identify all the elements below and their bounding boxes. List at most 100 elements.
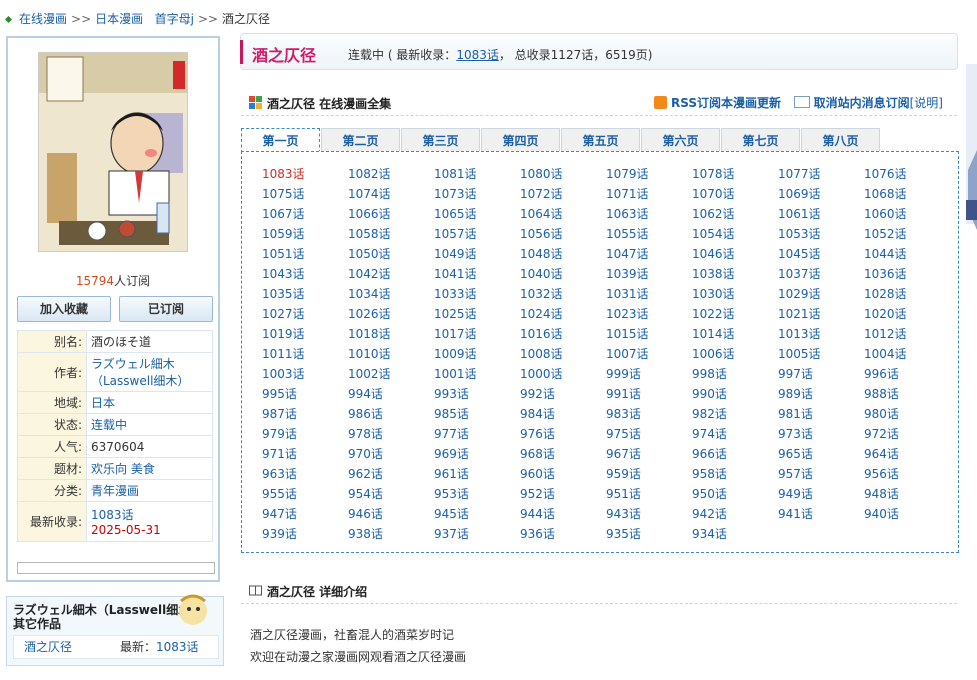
chapter-link[interactable]: 1063话 — [606, 205, 649, 222]
explain-link[interactable]: [说明] — [910, 96, 943, 110]
chapter-link[interactable]: 1083话 — [262, 165, 305, 182]
tab-page-8[interactable]: 第八页 — [801, 128, 880, 152]
chapter-link[interactable]: 973话 — [778, 425, 813, 442]
chapter-link[interactable]: 1061话 — [778, 205, 821, 222]
chapter-link[interactable]: 960话 — [520, 465, 555, 482]
chapter-link[interactable]: 1082话 — [348, 165, 391, 182]
chapter-link[interactable]: 1065话 — [434, 205, 477, 222]
chapter-link[interactable]: 1031话 — [606, 285, 649, 302]
chapter-link[interactable]: 1014话 — [692, 325, 735, 342]
chapter-link[interactable]: 1034话 — [348, 285, 391, 302]
chapter-link[interactable]: 946话 — [348, 505, 383, 522]
chapter-link[interactable]: 994话 — [348, 385, 383, 402]
chapter-link[interactable]: 1054话 — [692, 225, 735, 242]
region-link[interactable]: 日本 — [91, 396, 115, 410]
chapter-link[interactable]: 1026话 — [348, 305, 391, 322]
chapter-link[interactable]: 1013话 — [778, 325, 821, 342]
chapter-link[interactable]: 1005话 — [778, 345, 821, 362]
tab-page-1[interactable]: 第一页 — [241, 128, 320, 153]
chapter-link[interactable]: 951话 — [606, 485, 641, 502]
chapter-link[interactable]: 953话 — [434, 485, 469, 502]
chapter-link[interactable]: 1036话 — [864, 265, 907, 282]
chapter-link[interactable]: 1002话 — [348, 365, 391, 382]
subscribed-button[interactable]: 已订阅 — [119, 296, 213, 322]
chapter-link[interactable]: 934话 — [692, 525, 727, 542]
tab-page-3[interactable]: 第三页 — [401, 128, 480, 152]
chapter-link[interactable]: 952话 — [520, 485, 555, 502]
chapter-link[interactable]: 947话 — [262, 505, 297, 522]
chapter-link[interactable]: 1023话 — [606, 305, 649, 322]
chapter-link[interactable]: 940话 — [864, 505, 899, 522]
chapter-link[interactable]: 1008话 — [520, 345, 563, 362]
chapter-link[interactable]: 1068话 — [864, 185, 907, 202]
genre-link[interactable]: 欢乐向 美食 — [91, 462, 155, 476]
chapter-link[interactable]: 1066话 — [348, 205, 391, 222]
chapter-link[interactable]: 1003话 — [262, 365, 305, 382]
chapter-link[interactable]: 1009话 — [434, 345, 477, 362]
chapter-link[interactable]: 958话 — [692, 465, 727, 482]
chapter-link[interactable]: 969话 — [434, 445, 469, 462]
chapter-link[interactable]: 939话 — [262, 525, 297, 542]
chapter-link[interactable]: 1040话 — [520, 265, 563, 282]
chapter-link[interactable]: 1025话 — [434, 305, 477, 322]
chapter-link[interactable]: 1043话 — [262, 265, 305, 282]
chapter-link[interactable]: 948话 — [864, 485, 899, 502]
chapter-link[interactable]: 1000话 — [520, 365, 563, 382]
chapter-link[interactable]: 1028话 — [864, 285, 907, 302]
chapter-link[interactable]: 1041话 — [434, 265, 477, 282]
chapter-link[interactable]: 986话 — [348, 405, 383, 422]
chapter-link[interactable]: 1033话 — [434, 285, 477, 302]
chapter-link[interactable]: 1022话 — [692, 305, 735, 322]
chapter-link[interactable]: 985话 — [434, 405, 469, 422]
chapter-link[interactable]: 944话 — [520, 505, 555, 522]
chapter-link[interactable]: 1070话 — [692, 185, 735, 202]
chapter-link[interactable]: 1017话 — [434, 325, 477, 342]
unsubscribe-link[interactable]: 取消站内消息订阅 — [814, 96, 910, 110]
author-work-link[interactable]: 酒之仄径 — [24, 640, 72, 654]
chapter-link[interactable]: 1039话 — [606, 265, 649, 282]
chapter-link[interactable]: 968话 — [520, 445, 555, 462]
chapter-link[interactable]: 935话 — [606, 525, 641, 542]
chapter-link[interactable]: 1058话 — [348, 225, 391, 242]
chapter-link[interactable]: 1067话 — [262, 205, 305, 222]
chapter-link[interactable]: 974话 — [692, 425, 727, 442]
chapter-link[interactable]: 989话 — [778, 385, 813, 402]
chapter-link[interactable]: 1042话 — [348, 265, 391, 282]
author-link[interactable]: ラズウェル細木 （Lasswell细木） — [91, 357, 189, 388]
chapter-link[interactable]: 1038话 — [692, 265, 735, 282]
chapter-link[interactable]: 1077话 — [778, 165, 821, 182]
chapter-link[interactable]: 992话 — [520, 385, 555, 402]
chapter-link[interactable]: 1027话 — [262, 305, 305, 322]
chapter-link[interactable]: 950话 — [692, 485, 727, 502]
author-work-latest-link[interactable]: 1083话 — [156, 640, 199, 654]
chapter-link[interactable]: 995话 — [262, 385, 297, 402]
chapter-link[interactable]: 936话 — [520, 525, 555, 542]
chapter-link[interactable]: 1001话 — [434, 365, 477, 382]
chapter-link[interactable]: 941话 — [778, 505, 813, 522]
chapter-link[interactable]: 1072话 — [520, 185, 563, 202]
breadcrumb-japanese-comics[interactable]: 日本漫画 — [95, 12, 143, 26]
chapter-link[interactable]: 990话 — [692, 385, 727, 402]
chapter-link[interactable]: 977话 — [434, 425, 469, 442]
chapter-link[interactable]: 1012话 — [864, 325, 907, 342]
tab-page-4[interactable]: 第四页 — [481, 128, 560, 152]
chapter-link[interactable]: 1047话 — [606, 245, 649, 262]
chapter-link[interactable]: 988话 — [864, 385, 899, 402]
chapter-link[interactable]: 996话 — [864, 365, 899, 382]
chapter-link[interactable]: 1078话 — [692, 165, 735, 182]
status-link[interactable]: 连载中 — [91, 418, 127, 432]
horizontal-scrollbar[interactable] — [17, 562, 215, 574]
chapter-link[interactable]: 949话 — [778, 485, 813, 502]
chapter-link[interactable]: 1064话 — [520, 205, 563, 222]
chapter-link[interactable]: 993话 — [434, 385, 469, 402]
chapter-link[interactable]: 963话 — [262, 465, 297, 482]
chapter-link[interactable]: 943话 — [606, 505, 641, 522]
chapter-link[interactable]: 1052话 — [864, 225, 907, 242]
chapter-link[interactable]: 1046话 — [692, 245, 735, 262]
chapter-link[interactable]: 976话 — [520, 425, 555, 442]
chapter-link[interactable]: 991话 — [606, 385, 641, 402]
add-favorite-button[interactable]: 加入收藏 — [17, 296, 111, 322]
chapter-link[interactable]: 970话 — [348, 445, 383, 462]
chapter-link[interactable]: 1015话 — [606, 325, 649, 342]
chapter-link[interactable]: 982话 — [692, 405, 727, 422]
